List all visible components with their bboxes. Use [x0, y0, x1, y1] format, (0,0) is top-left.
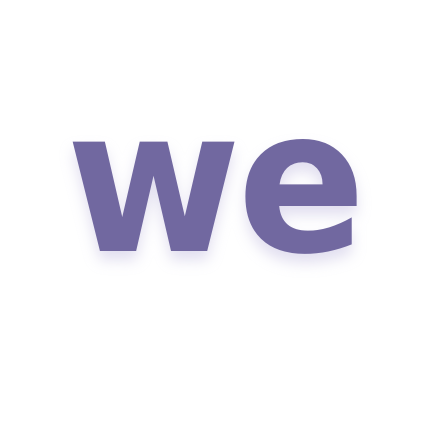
we-logo: we we [66, 66, 366, 308]
logo-wordmark: we [66, 66, 362, 299]
app-icon: we we [0, 0, 434, 434]
